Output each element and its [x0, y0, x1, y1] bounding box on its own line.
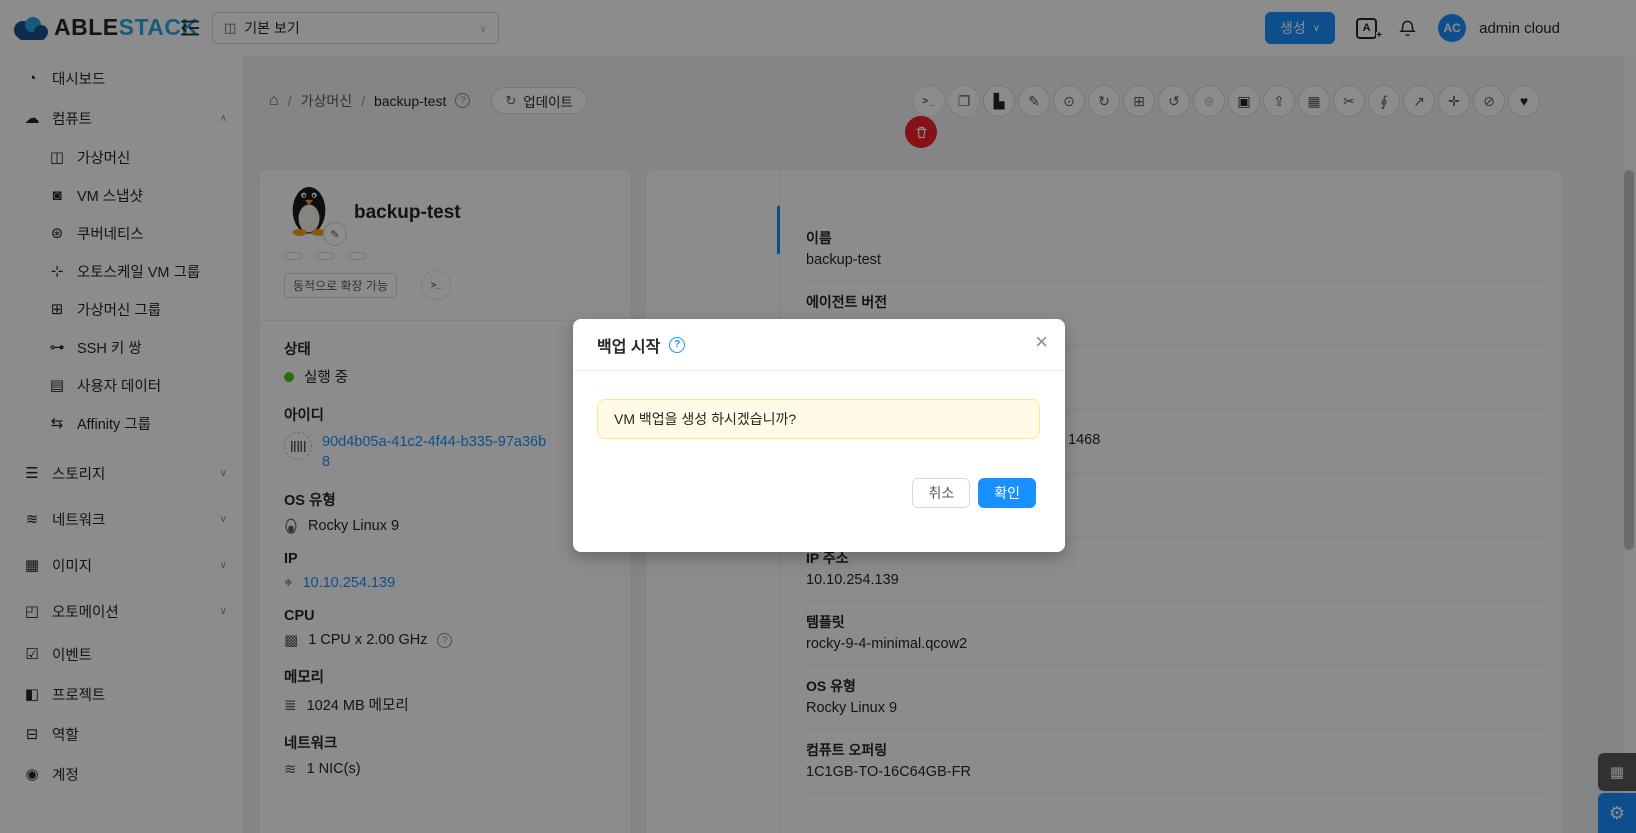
confirm-message: VM 백업을 생성 하시겠습니까?: [614, 411, 796, 427]
help-icon[interactable]: ?: [669, 337, 685, 353]
modal-title: 백업 시작: [597, 333, 660, 357]
confirm-alert: VM 백업을 생성 하시겠습니까?: [597, 399, 1040, 439]
close-icon[interactable]: ×: [1035, 331, 1048, 353]
ok-button[interactable]: 확인: [978, 478, 1036, 508]
start-backup-modal: 백업 시작 ? × VM 백업을 생성 하시겠습니까? 취소 확인: [573, 319, 1065, 552]
cancel-button[interactable]: 취소: [912, 478, 970, 508]
